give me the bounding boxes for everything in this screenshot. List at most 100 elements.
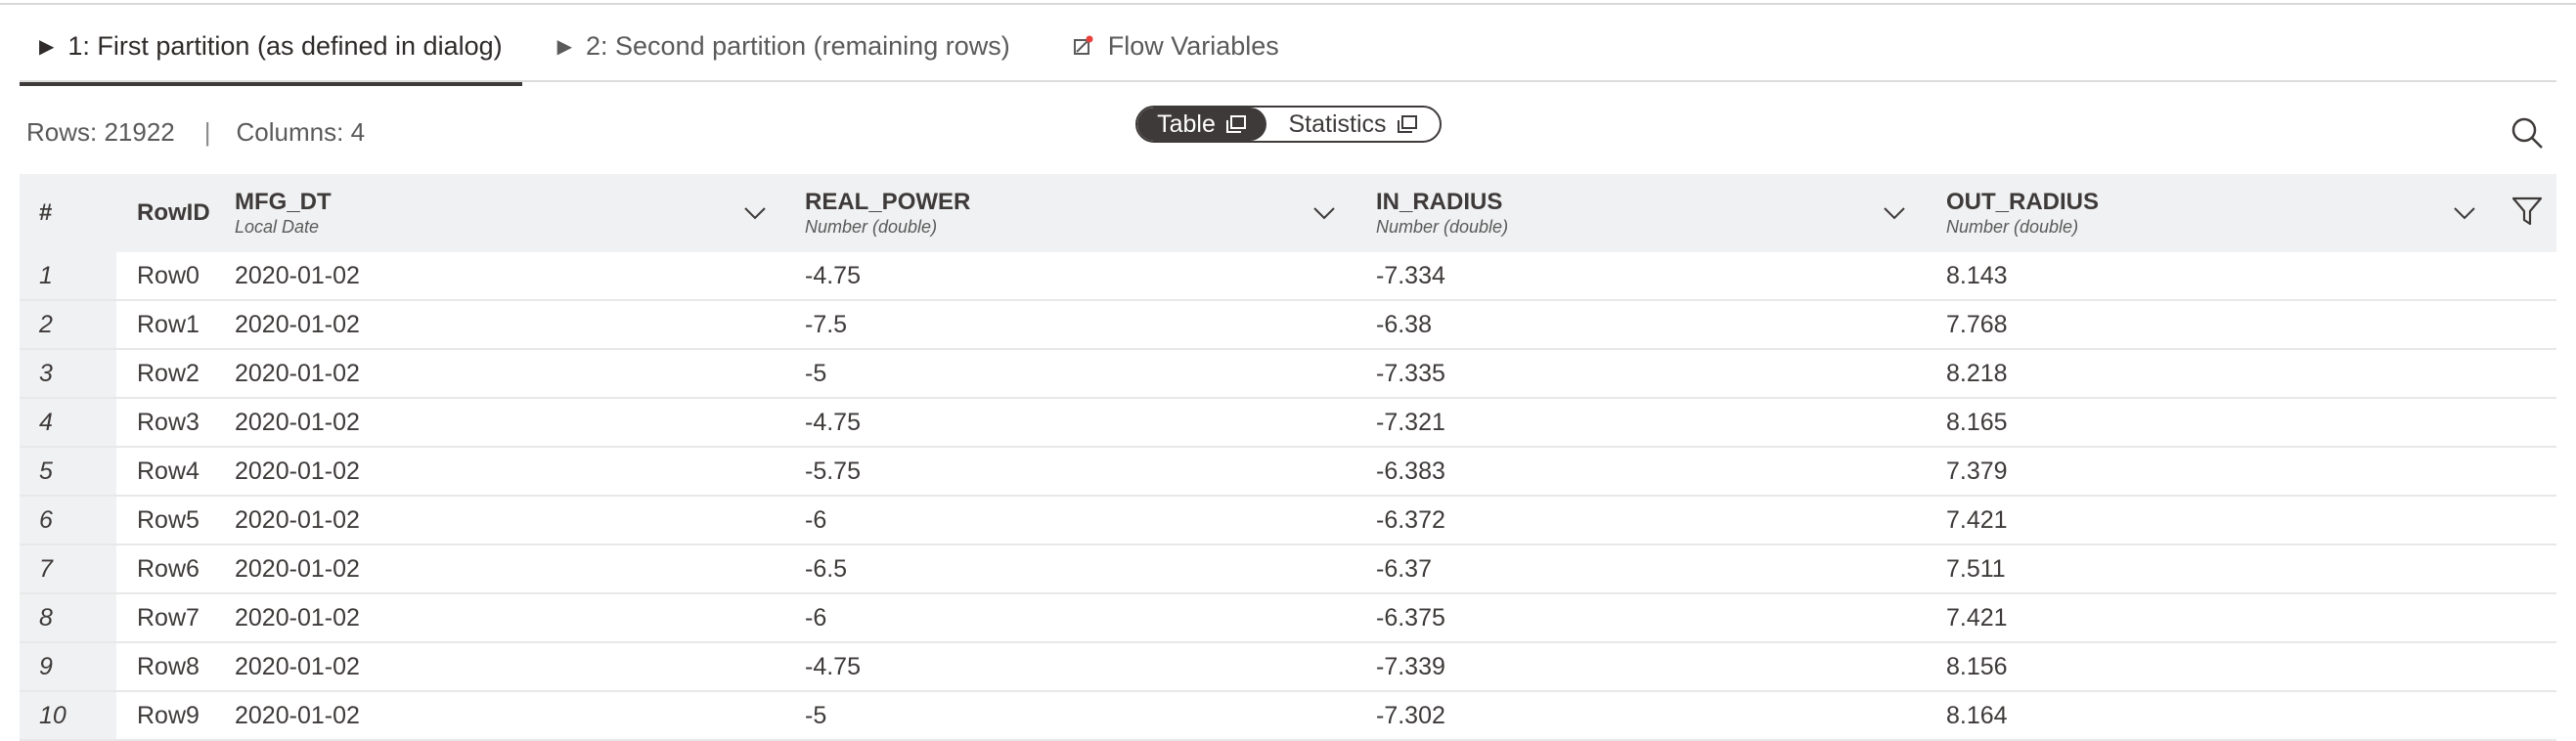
table-row[interactable]: 2 Row1 2020-01-02 -7.5 -6.38 7.768 (20, 301, 2556, 350)
column-type: Number (double) (805, 217, 938, 237)
flow-variable-icon (1073, 35, 1093, 55)
column-name: MFG_DT (235, 189, 332, 215)
table-cell: -7.339 (1376, 652, 1445, 680)
table-header: # RowID MFG_DT Local Date REAL_POWER Num… (20, 174, 2556, 252)
table-cell: -5 (805, 701, 827, 729)
column-type: Local Date (235, 217, 320, 237)
row-id: Row6 (137, 554, 200, 583)
table-row[interactable]: 10 Row9 2020-01-02 -5 -7.302 8.164 (20, 692, 2556, 741)
table-cell: 7.421 (1946, 603, 2008, 632)
column-count: Columns: 4 (236, 117, 366, 147)
rowid-header-label: RowID (137, 199, 210, 226)
window-icon (1225, 115, 1246, 133)
table-cell: -7.302 (1376, 701, 1445, 729)
table-info: Rows: 21922 | Columns: 4 (26, 117, 365, 148)
column-header-mfg-dt[interactable]: MFG_DT Local Date (235, 174, 332, 252)
table-cell: -7.334 (1376, 261, 1445, 289)
table-cell: -4.75 (805, 261, 861, 289)
row-index: 1 (20, 252, 116, 299)
window-icon (1397, 115, 1417, 133)
table-cell: 8.156 (1946, 652, 2008, 680)
chevron-down-icon[interactable] (741, 199, 769, 227)
column-header-in-radius[interactable]: IN_RADIUS Number (double) (1376, 174, 1508, 252)
column-name: OUT_RADIUS (1946, 189, 2100, 215)
table-view-label: Table (1157, 109, 1216, 138)
chevron-down-icon[interactable] (2451, 199, 2478, 227)
table-body: 1 Row0 2020-01-02 -4.75 -7.334 8.143 2 Row1 2020… (20, 252, 2556, 741)
table-row[interactable]: 1 Row0 2020-01-02 -4.75 -7.334 8.143 (20, 252, 2556, 301)
row-index: 6 (20, 497, 116, 544)
row-count: Rows: 21922 (26, 117, 175, 147)
row-id: Row5 (137, 505, 200, 534)
row-index: 5 (20, 448, 116, 495)
table-cell: -6.372 (1376, 505, 1445, 534)
table-cell: 7.379 (1946, 457, 2008, 485)
statistics-view-label: Statistics (1288, 109, 1387, 138)
table-cell: 2020-01-02 (235, 261, 360, 289)
table-cell: -6 (805, 603, 827, 632)
table-cell: -5 (805, 359, 827, 387)
play-triangle-icon: ▶ (556, 35, 573, 58)
row-index: 9 (20, 643, 116, 690)
tab-label: 2: Second partition (remaining rows) (586, 30, 1010, 61)
table-row[interactable]: 3 Row2 2020-01-02 -5 -7.335 8.218 (20, 350, 2556, 399)
table-row[interactable]: 8 Row7 2020-01-02 -6 -6.375 7.421 (20, 594, 2556, 643)
table-view-button[interactable]: Table (1137, 108, 1266, 141)
row-index: 8 (20, 594, 116, 641)
row-id: Row7 (137, 603, 200, 632)
filter-icon[interactable] (2509, 194, 2545, 229)
column-type: Number (double) (1376, 217, 1509, 237)
row-id: Row4 (137, 457, 200, 485)
index-header: # (39, 174, 52, 252)
table-row[interactable]: 4 Row3 2020-01-02 -4.75 -7.321 8.165 (20, 399, 2556, 448)
table-cell: 2020-01-02 (235, 457, 360, 485)
row-index: 2 (20, 301, 116, 348)
table-cell: -6.5 (805, 554, 848, 583)
tab-first-partition[interactable]: ▶ 1: First partition (as defined in dial… (20, 22, 522, 86)
row-index: 3 (20, 350, 116, 397)
column-name: IN_RADIUS (1376, 189, 1503, 215)
data-table: # RowID MFG_DT Local Date REAL_POWER Num… (20, 174, 2556, 741)
statistics-view-button[interactable]: Statistics (1266, 108, 1440, 141)
tab-bar: ▶ 1: First partition (as defined in dial… (20, 22, 1299, 86)
tab-second-partition[interactable]: ▶ 2: Second partition (remaining rows) (538, 22, 1030, 70)
table-cell: 7.511 (1946, 554, 2006, 583)
tab-divider (20, 80, 2556, 82)
table-row[interactable]: 9 Row8 2020-01-02 -4.75 -7.339 8.156 (20, 643, 2556, 692)
column-header-out-radius[interactable]: OUT_RADIUS Number (double) (1946, 174, 2099, 252)
table-cell: -5.75 (805, 457, 861, 485)
table-cell: -7.5 (805, 310, 848, 338)
play-triangle-icon: ▶ (39, 35, 55, 58)
column-type: Number (double) (1946, 217, 2079, 237)
index-header-label: # (39, 199, 53, 226)
row-id: Row9 (137, 701, 200, 729)
table-cell: 2020-01-02 (235, 652, 360, 680)
tab-flow-variables[interactable]: Flow Variables (1053, 22, 1299, 70)
table-cell: 8.165 (1946, 408, 2008, 436)
column-name: REAL_POWER (805, 189, 971, 215)
table-row[interactable]: 7 Row6 2020-01-02 -6.5 -6.37 7.511 (20, 545, 2556, 594)
view-toggle: Table Statistics (1135, 106, 1442, 143)
table-cell: 8.143 (1946, 261, 2008, 289)
tab-label: Flow Variables (1107, 30, 1279, 61)
table-cell: 8.164 (1946, 701, 2008, 729)
chevron-down-icon[interactable] (1310, 199, 1338, 227)
row-index: 7 (20, 545, 116, 592)
table-cell: -6 (805, 505, 827, 534)
table-cell: -7.321 (1376, 408, 1445, 436)
table-cell: 8.218 (1946, 359, 2008, 387)
table-row[interactable]: 6 Row5 2020-01-02 -6 -6.372 7.421 (20, 497, 2556, 545)
column-header-real-power[interactable]: REAL_POWER Number (double) (805, 174, 970, 252)
table-cell: 2020-01-02 (235, 310, 360, 338)
tab-label: 1: First partition (as defined in dialog… (67, 30, 503, 61)
table-cell: 2020-01-02 (235, 701, 360, 729)
row-id: Row0 (137, 261, 200, 289)
table-cell: -4.75 (805, 652, 861, 680)
table-cell: 2020-01-02 (235, 603, 360, 632)
search-icon[interactable] (2509, 115, 2545, 151)
chevron-down-icon[interactable] (1881, 199, 1908, 227)
table-row[interactable]: 5 Row4 2020-01-02 -5.75 -6.383 7.379 (20, 448, 2556, 497)
rowid-header: RowID (137, 174, 210, 252)
table-cell: 2020-01-02 (235, 554, 360, 583)
row-index: 4 (20, 399, 116, 446)
